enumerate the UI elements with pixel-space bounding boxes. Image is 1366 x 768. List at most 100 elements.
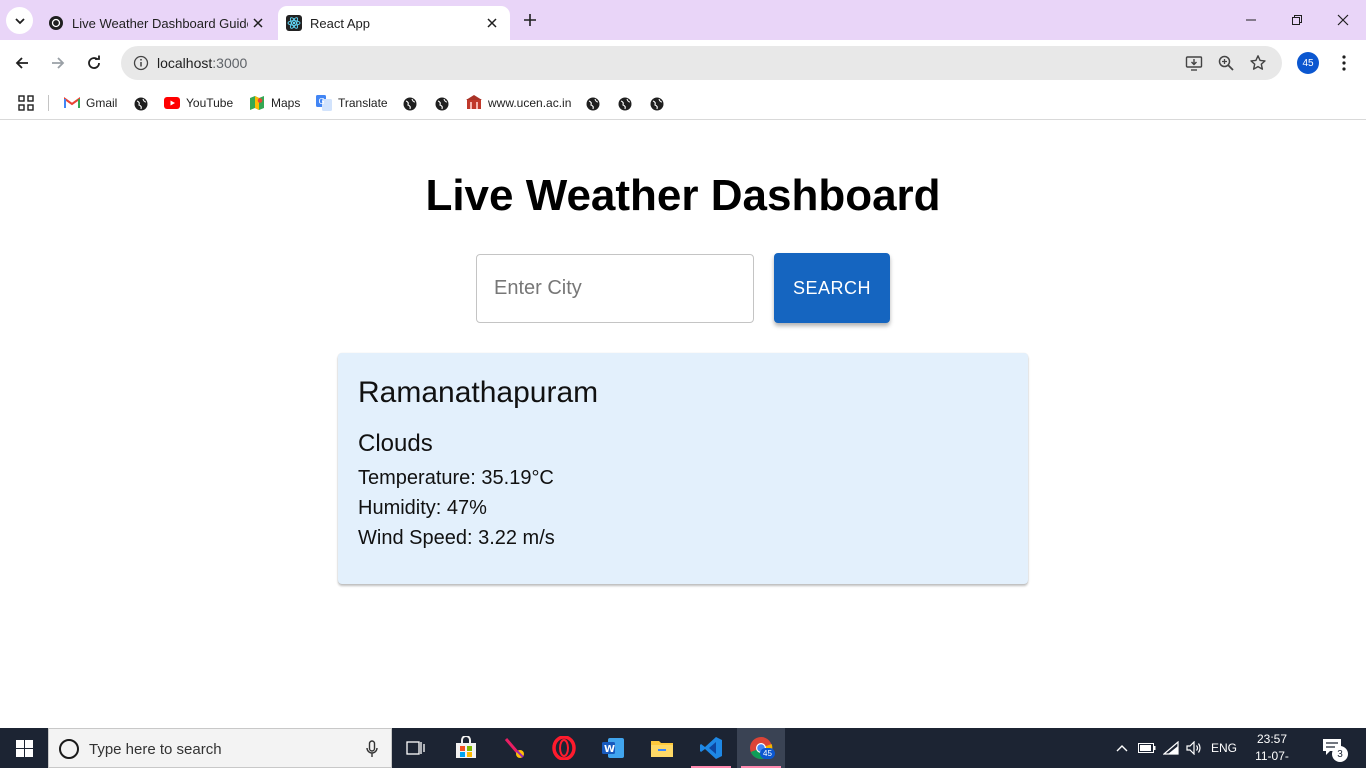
bookmark-label: Maps (271, 96, 301, 110)
close-window-button[interactable] (1320, 0, 1366, 40)
more-vert-icon (1342, 55, 1346, 71)
apps-button[interactable] (18, 92, 40, 114)
windows-logo-icon (15, 739, 33, 757)
install-app-icon[interactable] (1182, 51, 1206, 75)
svg-text:W: W (604, 744, 615, 755)
weather-temperature: Temperature: 35.19°C (358, 467, 554, 489)
network-button[interactable] (1161, 728, 1181, 768)
tab-weather-guide[interactable]: Live Weather Dashboard Guide (40, 6, 276, 40)
taskbar-file-explorer[interactable] (638, 728, 686, 768)
weather-condition: Clouds (358, 430, 433, 457)
new-tab-button[interactable] (518, 8, 542, 32)
browser-menu-button[interactable] (1332, 50, 1356, 76)
bookmark-youtube[interactable]: YouTube (164, 92, 233, 114)
url-host: localhost (157, 55, 213, 71)
chatgpt-icon (48, 15, 64, 31)
reload-icon (88, 55, 100, 69)
globe-icon[interactable] (134, 97, 148, 111)
youtube-icon (164, 95, 180, 111)
minimize-icon (1246, 19, 1256, 21)
notification-count: 3 (1332, 746, 1348, 762)
weather-wind-speed: Wind Speed: 3.22 m/s (358, 527, 555, 549)
chevron-down-icon (14, 17, 25, 24)
tab-strip: Live Weather Dashboard Guide React App (0, 0, 1366, 40)
taskbar-chrome[interactable]: 45 (737, 728, 785, 768)
clock-date: 11-07-2025 (1255, 749, 1289, 768)
battery-button[interactable] (1137, 728, 1157, 768)
weather-humidity: Humidity: 47% (358, 497, 487, 519)
microphone-icon[interactable] (363, 739, 381, 759)
tab-react-app[interactable]: React App (278, 6, 510, 40)
taskbar-search-box[interactable]: Type here to search (48, 728, 392, 768)
bookmark-translate[interactable]: G Translate (316, 92, 388, 114)
task-view-icon (406, 741, 425, 755)
task-view-button[interactable] (392, 728, 440, 768)
vscode-icon (700, 737, 722, 759)
zoom-icon[interactable] (1214, 51, 1238, 75)
address-bar[interactable]: localhost:3000 (121, 46, 1282, 80)
back-button[interactable] (7, 48, 37, 78)
battery-icon (1138, 743, 1156, 753)
tab-title: Live Weather Dashboard Guide (72, 15, 248, 31)
search-button[interactable]: SEARCH (774, 253, 890, 323)
bookmarks-divider (48, 95, 49, 111)
close-icon[interactable] (482, 13, 502, 33)
globe-icon[interactable] (435, 97, 449, 111)
tab-title: React App (310, 15, 370, 31)
taskbar-search-placeholder: Type here to search (89, 741, 222, 758)
page-title: Live Weather Dashboard (425, 171, 941, 220)
reload-button[interactable] (79, 48, 109, 78)
bookmark-label: www.ucen.ac.in (488, 96, 572, 110)
taskbar: Type here to search W 45 ENG 23:57 11-07… (0, 728, 1366, 768)
folder-icon (651, 741, 673, 757)
chrome-profile-badge: 45 (760, 748, 775, 759)
show-hidden-icons-button[interactable] (1112, 728, 1132, 768)
taskbar-opera[interactable] (540, 728, 588, 768)
bookmark-label: Translate (338, 96, 388, 110)
globe-icon[interactable] (650, 97, 664, 111)
opera-icon (552, 736, 576, 760)
bookmark-star-icon[interactable] (1246, 51, 1270, 75)
restore-icon (1292, 15, 1302, 25)
bookmark-gmail[interactable]: Gmail (64, 92, 117, 114)
word-icon: W (602, 738, 624, 758)
start-button[interactable] (0, 728, 48, 768)
bookmark-maps[interactable]: Maps (249, 92, 300, 114)
forward-arrow-icon (52, 57, 65, 69)
taskbar-vscode[interactable] (687, 728, 735, 768)
input-language[interactable]: ENG (1208, 728, 1240, 768)
action-center-button[interactable]: 3 (1320, 736, 1348, 762)
svg-text:G: G (319, 97, 325, 106)
restore-button[interactable] (1274, 0, 1320, 40)
forward-button[interactable] (43, 48, 73, 78)
volume-button[interactable] (1184, 728, 1204, 768)
gmail-icon (64, 95, 80, 111)
store-icon (456, 736, 476, 758)
url-port: :3000 (212, 55, 248, 71)
url-text: localhost:3000 (157, 55, 247, 71)
close-icon[interactable] (248, 13, 268, 33)
globe-icon[interactable] (403, 97, 417, 111)
globe-icon[interactable] (586, 97, 600, 111)
back-arrow-icon (15, 57, 28, 69)
minimize-button[interactable] (1228, 0, 1274, 40)
cortana-icon (59, 739, 79, 759)
globe-icon[interactable] (618, 97, 632, 111)
bookmark-ucen[interactable]: www.ucen.ac.in (466, 92, 571, 114)
browser-toolbar: localhost:3000 45 (0, 40, 1366, 86)
tab-search-button[interactable] (6, 7, 33, 34)
close-icon (1337, 14, 1349, 26)
site-info-icon[interactable] (127, 49, 155, 77)
maps-icon (249, 95, 265, 111)
ucen-icon (466, 95, 482, 111)
city-search-input[interactable] (476, 254, 754, 323)
speaker-icon (1186, 741, 1201, 755)
paint-brush-icon (504, 738, 524, 758)
taskbar-clock[interactable]: 23:57 11-07-2025 (1244, 731, 1300, 768)
profile-avatar[interactable]: 45 (1297, 52, 1319, 74)
taskbar-word[interactable]: W (589, 728, 637, 768)
clock-time: 23:57 (1256, 732, 1288, 746)
taskbar-paint[interactable] (491, 728, 539, 768)
chevron-up-icon (1116, 745, 1128, 752)
taskbar-store[interactable] (442, 728, 490, 768)
